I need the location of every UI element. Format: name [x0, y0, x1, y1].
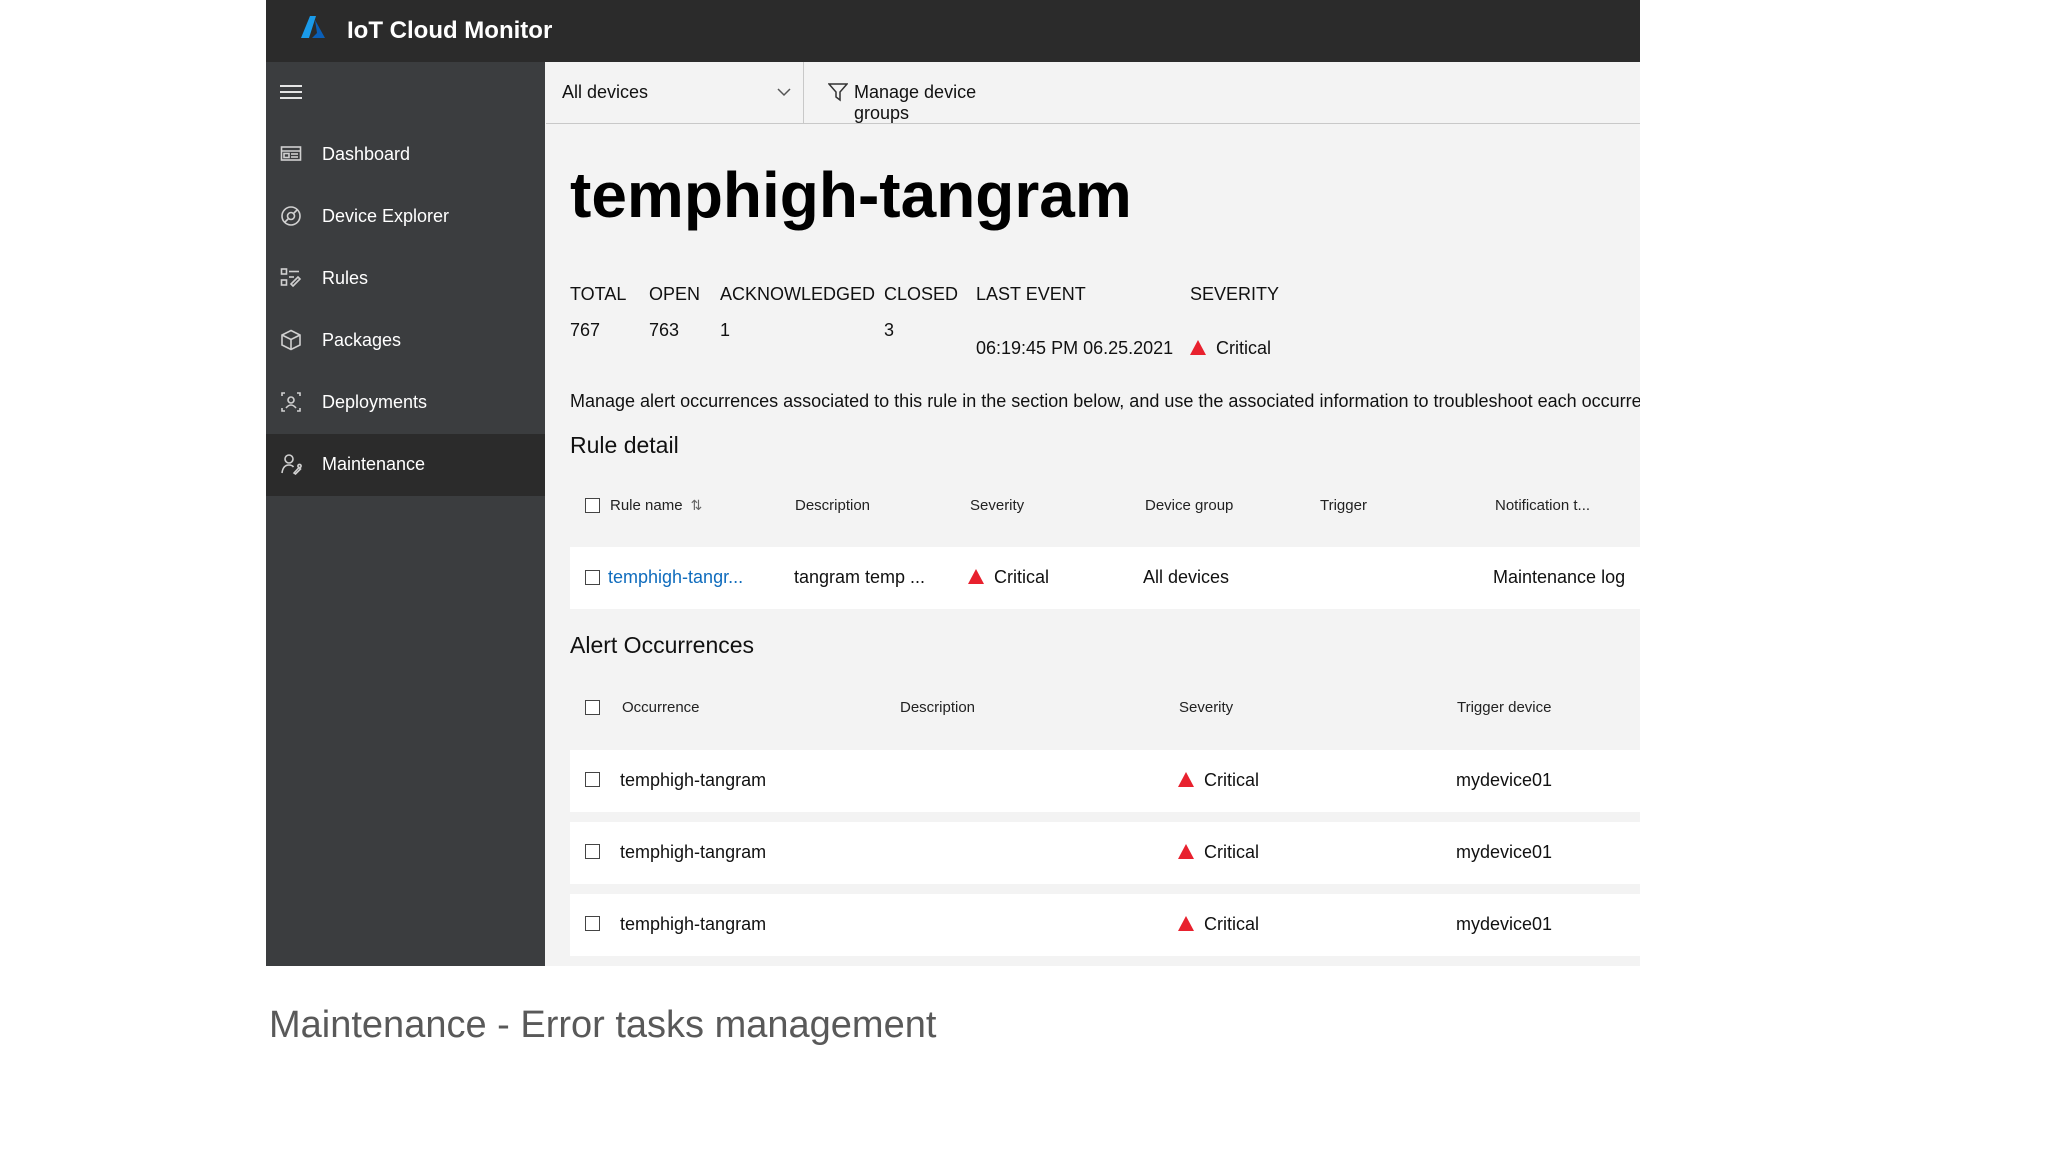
alert-occurrences-title: Alert Occurrences	[570, 632, 755, 658]
stat-total-label: TOTAL	[570, 284, 627, 304]
column-header-notification[interactable]: Notification t...	[1495, 497, 1590, 514]
column-header-description[interactable]: Description	[900, 699, 975, 716]
device-explorer-icon	[281, 206, 301, 226]
critical-alert-icon	[968, 569, 984, 584]
occurrence-name-cell: temphigh-tangram	[620, 914, 767, 934]
sidebar-item-label: Packages	[322, 330, 402, 350]
table-row[interactable]: temphigh-tangram Critical mydevice01	[570, 822, 1640, 884]
slide-caption: Maintenance - Error tasks management	[269, 1004, 937, 1046]
dashboard-icon	[280, 146, 302, 161]
column-header-device-group[interactable]: Device group	[1145, 497, 1233, 514]
critical-alert-icon	[1178, 916, 1194, 931]
sidebar-item-label: Deployments	[322, 392, 428, 412]
sidebar-item-deployments[interactable]: Deployments	[266, 372, 545, 434]
rule-select-all-checkbox[interactable]	[585, 498, 600, 513]
rule-notification-cell: Maintenance log	[1493, 567, 1626, 587]
rule-name-link[interactable]: temphigh-tangr...	[608, 567, 743, 588]
sidebar-item-label: Maintenance	[322, 454, 426, 474]
sidebar-item-label: Rules	[322, 268, 369, 288]
occurrence-trigger-device-cell: mydevice01	[1456, 842, 1553, 862]
stat-open-label: OPEN	[649, 284, 701, 304]
toolbar: All devices Manage device groups	[546, 62, 1640, 124]
stat-closed-value: 3	[884, 320, 895, 340]
package-icon	[281, 329, 301, 351]
stat-total-value: 767	[570, 320, 601, 340]
manage-device-groups-button[interactable]: Manage device groups	[816, 62, 1036, 123]
sidebar-item-label: Device Explorer	[322, 206, 450, 226]
occurrence-trigger-device-cell: mydevice01	[1456, 914, 1553, 934]
sidebar-item-rules[interactable]: Rules	[266, 248, 545, 310]
app-title: IoT Cloud Monitor	[347, 17, 553, 44]
device-group-dropdown[interactable]: All devices	[546, 62, 804, 123]
sort-icon[interactable]: ⇅	[691, 497, 703, 513]
table-row[interactable]: temphigh-tangr... tangram temp ... Criti…	[570, 547, 1640, 609]
occurrence-name-cell: temphigh-tangram	[620, 842, 767, 862]
stat-closed-label: CLOSED	[884, 284, 959, 304]
stat-severity-label: SEVERITY	[1190, 284, 1280, 304]
column-header-rule-name[interactable]: Rule name ⇅	[610, 497, 702, 514]
occurrence-trigger-device-cell: mydevice01	[1456, 770, 1553, 790]
stat-open-value: 763	[649, 320, 680, 340]
stat-last-event-value: 06:19:45 PM 06.25.2021	[976, 338, 1174, 358]
occurrence-name-cell: temphigh-tangram	[620, 770, 767, 790]
page-title: temphigh-tangram	[570, 159, 1132, 231]
row-checkbox[interactable]	[585, 570, 600, 585]
column-header-description[interactable]: Description	[795, 497, 870, 514]
column-header-severity[interactable]: Severity	[1179, 699, 1233, 716]
stat-acknowledged-label: ACKNOWLEDGED	[720, 284, 876, 304]
sidebar-item-label: Dashboard	[322, 144, 411, 164]
column-header-severity[interactable]: Severity	[970, 497, 1024, 514]
column-header-trigger[interactable]: Trigger	[1320, 497, 1367, 514]
azure-logo-icon	[301, 16, 325, 38]
manage-device-groups-label: Manage device groups	[854, 82, 977, 123]
occurrence-severity-cell: Critical	[1178, 770, 1259, 791]
rule-description-cell: tangram temp ...	[794, 567, 926, 587]
rules-icon	[280, 268, 302, 288]
occurrence-select-all-checkbox[interactable]	[585, 700, 600, 715]
app-window: IoT Cloud Monitor Dashboard Device Explo…	[266, 0, 1640, 966]
filter-icon	[828, 83, 848, 102]
sidebar: Dashboard Device Explorer Rules Packages	[266, 62, 545, 966]
row-checkbox[interactable]	[585, 844, 600, 859]
occurrence-severity-cell: Critical	[1178, 914, 1259, 935]
critical-alert-icon	[1190, 340, 1206, 355]
table-row[interactable]: temphigh-tangram Critical mydevice01	[570, 750, 1640, 812]
sidebar-item-dashboard[interactable]: Dashboard	[266, 124, 545, 186]
row-checkbox[interactable]	[585, 772, 600, 787]
rule-severity-cell: Critical	[968, 567, 1049, 588]
stat-severity-value: Critical	[1190, 338, 1271, 359]
chevron-down-icon	[777, 88, 791, 97]
hamburger-menu-icon[interactable]	[280, 85, 302, 101]
maintenance-icon	[281, 454, 302, 475]
occurrence-severity-cell: Critical	[1178, 842, 1259, 863]
row-checkbox[interactable]	[585, 916, 600, 931]
sidebar-item-maintenance[interactable]: Maintenance	[266, 434, 545, 496]
rule-description-text: Manage alert occurrences associated to t…	[570, 391, 1640, 411]
device-group-dropdown-value: All devices	[562, 82, 649, 102]
table-row[interactable]: temphigh-tangram Critical mydevice01	[570, 894, 1640, 956]
critical-alert-icon	[1178, 844, 1194, 859]
rule-device-group-cell: All devices	[1143, 567, 1230, 587]
column-header-trigger-device[interactable]: Trigger device	[1457, 699, 1551, 716]
stat-acknowledged-value: 1	[720, 320, 731, 340]
sidebar-item-device-explorer[interactable]: Device Explorer	[266, 186, 545, 248]
critical-alert-icon	[1178, 772, 1194, 787]
deployments-icon	[281, 392, 301, 412]
sidebar-item-packages[interactable]: Packages	[266, 310, 545, 372]
column-header-occurrence[interactable]: Occurrence	[622, 699, 700, 716]
stat-last-event-label: LAST EVENT	[976, 284, 1086, 304]
top-bar: IoT Cloud Monitor	[266, 0, 1640, 62]
rule-detail-title: Rule detail	[570, 432, 679, 458]
